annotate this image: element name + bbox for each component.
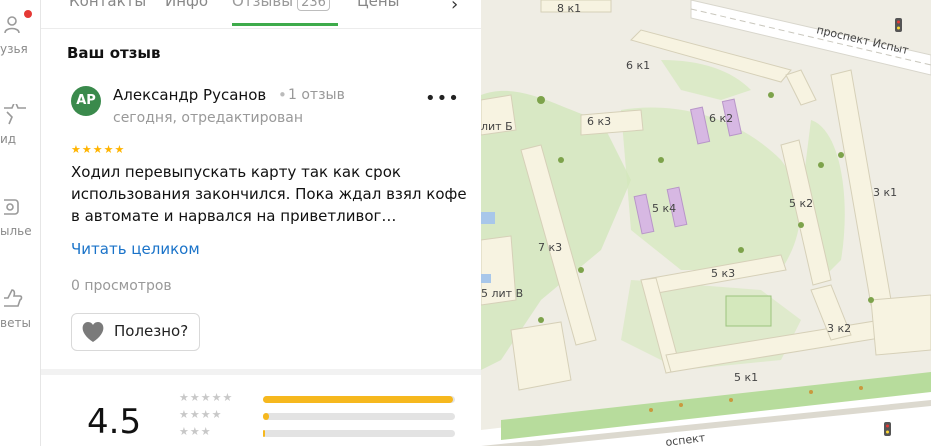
star-icon: ★ [71, 143, 82, 156]
tab-bar: Контакты Инфо Отзывы 236 Цены › [41, 0, 481, 28]
building-label: 5 к1 [734, 371, 758, 384]
rating-bar-fill [263, 396, 454, 403]
bag-icon [4, 199, 19, 215]
useful-button[interactable]: Полезно? [71, 313, 200, 351]
left-rail: узья ид ылье веты [0, 0, 41, 446]
thumb-icon [4, 289, 23, 307]
author-review-count: 1 отзыв [288, 87, 345, 103]
rating-distribution-row: ★★★★ [179, 408, 459, 425]
star-icon: ★ [114, 143, 126, 156]
star-icon: ★ [92, 143, 104, 156]
building-label: 6 к2 [709, 112, 733, 125]
avatar[interactable]: АР [71, 86, 101, 116]
building-label: лит Б [481, 120, 513, 133]
building-label: 5 к3 [711, 267, 735, 280]
traffic-light-icon [895, 18, 902, 32]
star-icon: ★ [81, 143, 93, 156]
tab-reviews-label: Отзывы [232, 0, 294, 10]
author-name[interactable]: Александр Русанов [113, 86, 266, 104]
water-object [481, 212, 495, 224]
people-icon [4, 16, 20, 34]
tabs-divider [41, 28, 481, 29]
rating-bar [263, 413, 455, 420]
water-object [481, 274, 491, 283]
building-label: 3 к1 [873, 186, 897, 199]
tab-contacts[interactable]: Контакты [69, 0, 146, 10]
map-view[interactable]: проспект Испыт оспект 8 к1 6 к1 6 к3 6 к… [481, 0, 931, 446]
rail-item-label: узья [0, 42, 28, 56]
review-panel: Контакты Инфо Отзывы 236 Цены › Ваш отзыв… [41, 0, 481, 446]
active-tab-indicator [232, 23, 338, 26]
building-label: 3 к2 [827, 322, 851, 335]
star-row-icon: ★★★ [179, 425, 212, 438]
tab-reviews[interactable]: Отзывы 236 [232, 0, 330, 11]
rating-bar-fill [263, 413, 269, 420]
building-label: 5 лит В [481, 287, 523, 300]
heart-icon [82, 322, 104, 342]
section-divider [41, 369, 481, 375]
tab-info[interactable]: Инфо [165, 0, 208, 10]
average-rating: 4.5 [87, 402, 142, 442]
rail-item-shop[interactable]: ылье [0, 196, 40, 256]
rating-bar [263, 396, 455, 403]
review-date: сегодня, отредактирован [113, 110, 304, 126]
building-label: 8 к1 [557, 2, 581, 15]
more-options-icon[interactable]: ••• [425, 88, 460, 109]
review-text: Ходил перевыпускать карту так как срок и… [71, 163, 467, 225]
review-stars: ★★★★★ [71, 143, 125, 156]
rating-distribution-row: ★★★ [179, 425, 459, 442]
chevron-right-icon[interactable]: › [451, 0, 458, 15]
rail-item-label: веты [0, 316, 31, 330]
rail-item-tips[interactable]: веты [0, 288, 40, 348]
building-east [870, 294, 931, 356]
star-row-icon: ★★★★★ [179, 391, 234, 404]
traffic-light-icon [884, 422, 891, 436]
rail-item-friends[interactable]: узья [0, 14, 40, 74]
building-sw [510, 321, 572, 391]
read-full-link[interactable]: Читать целиком [71, 240, 200, 258]
star-row-icon: ★★★★ [179, 408, 223, 421]
rating-bar-fill [263, 430, 265, 437]
tab-prices[interactable]: Цены [357, 0, 400, 10]
building-label: 6 к1 [626, 59, 650, 72]
useful-label: Полезно? [114, 322, 189, 340]
sports-field [725, 295, 772, 327]
building-label: 5 к4 [652, 202, 676, 215]
building-label: 6 к3 [587, 115, 611, 128]
star-icon: ★ [103, 143, 115, 156]
views-count: 0 просмотров [71, 278, 172, 294]
star-icon [4, 104, 26, 125]
rail-item-label: ид [0, 132, 17, 146]
section-heading: Ваш отзыв [67, 44, 161, 62]
rating-distribution-row: ★★★★★ [179, 391, 459, 408]
rating-bar [263, 430, 455, 437]
separator-dot: • [278, 86, 287, 104]
rail-item-guide[interactable]: ид [0, 104, 40, 164]
building-label: 5 к2 [789, 197, 813, 210]
building-label: 7 к3 [538, 241, 562, 254]
rail-item-label: ылье [0, 224, 32, 238]
reviews-count-badge: 236 [297, 0, 330, 11]
